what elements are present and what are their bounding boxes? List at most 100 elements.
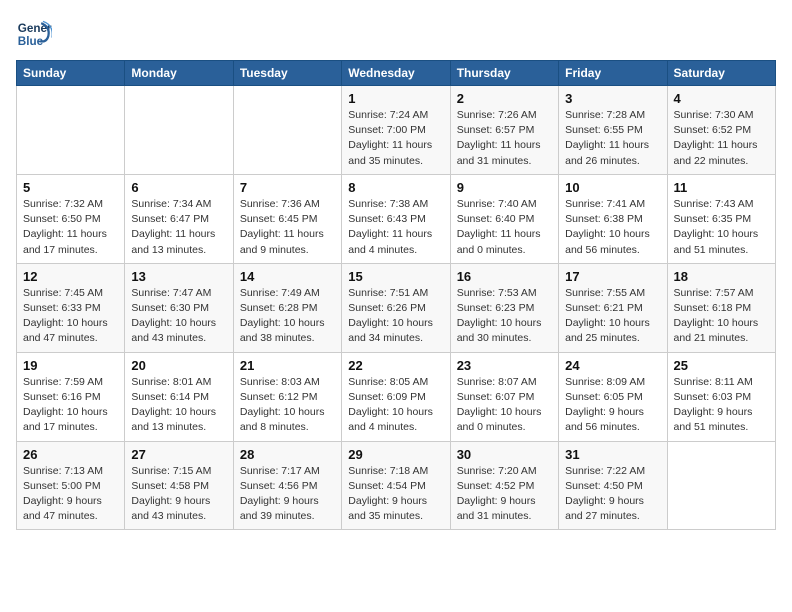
day-number: 10 bbox=[565, 180, 660, 195]
calendar-cell: 17 Sunrise: 7:55 AM Sunset: 6:21 PM Dayli… bbox=[559, 263, 667, 352]
calendar-table: SundayMondayTuesdayWednesdayThursdayFrid… bbox=[16, 60, 776, 530]
day-detail: Sunrise: 7:38 AM Sunset: 6:43 PM Dayligh… bbox=[348, 197, 443, 258]
calendar-cell: 31 Sunrise: 7:22 AM Sunset: 4:50 PM Dayli… bbox=[559, 441, 667, 530]
day-number: 29 bbox=[348, 447, 443, 462]
day-detail: Sunrise: 8:05 AM Sunset: 6:09 PM Dayligh… bbox=[348, 375, 443, 436]
calendar-cell bbox=[17, 86, 125, 175]
day-number: 31 bbox=[565, 447, 660, 462]
day-detail: Sunrise: 7:13 AM Sunset: 5:00 PM Dayligh… bbox=[23, 464, 118, 525]
day-number: 15 bbox=[348, 269, 443, 284]
day-number: 24 bbox=[565, 358, 660, 373]
day-detail: Sunrise: 8:07 AM Sunset: 6:07 PM Dayligh… bbox=[457, 375, 552, 436]
calendar-week-1: 1Sunrise: 7:24 AM Sunset: 7:00 PM Daylig… bbox=[17, 86, 776, 175]
day-number: 6 bbox=[131, 180, 226, 195]
day-detail: Sunrise: 7:41 AM Sunset: 6:38 PM Dayligh… bbox=[565, 197, 660, 258]
calendar-cell: 8 Sunrise: 7:38 AM Sunset: 6:43 PM Daylig… bbox=[342, 174, 450, 263]
day-number: 4 bbox=[674, 91, 769, 106]
day-detail: Sunrise: 8:03 AM Sunset: 6:12 PM Dayligh… bbox=[240, 375, 335, 436]
logo-icon: General Blue bbox=[16, 16, 52, 52]
day-detail: Sunrise: 7:45 AM Sunset: 6:33 PM Dayligh… bbox=[23, 286, 118, 347]
header-friday: Friday bbox=[559, 61, 667, 86]
calendar-cell: 16 Sunrise: 7:53 AM Sunset: 6:23 PM Dayli… bbox=[450, 263, 558, 352]
calendar-cell: 22 Sunrise: 8:05 AM Sunset: 6:09 PM Dayli… bbox=[342, 352, 450, 441]
calendar-cell: 11 Sunrise: 7:43 AM Sunset: 6:35 PM Dayli… bbox=[667, 174, 775, 263]
day-detail: Sunrise: 7:17 AM Sunset: 4:56 PM Dayligh… bbox=[240, 464, 335, 525]
calendar-week-3: 12 Sunrise: 7:45 AM Sunset: 6:33 PM Dayli… bbox=[17, 263, 776, 352]
calendar-cell: 24 Sunrise: 8:09 AM Sunset: 6:05 PM Dayli… bbox=[559, 352, 667, 441]
day-number: 11 bbox=[674, 180, 769, 195]
day-detail: Sunrise: 7:59 AM Sunset: 6:16 PM Dayligh… bbox=[23, 375, 118, 436]
day-number: 7 bbox=[240, 180, 335, 195]
calendar-cell: 10 Sunrise: 7:41 AM Sunset: 6:38 PM Dayli… bbox=[559, 174, 667, 263]
day-detail: Sunrise: 7:51 AM Sunset: 6:26 PM Dayligh… bbox=[348, 286, 443, 347]
day-number: 12 bbox=[23, 269, 118, 284]
day-detail: Sunrise: 7:18 AM Sunset: 4:54 PM Dayligh… bbox=[348, 464, 443, 525]
day-detail: Sunrise: 7:30 AM Sunset: 6:52 PM Dayligh… bbox=[674, 108, 769, 169]
header-tuesday: Tuesday bbox=[233, 61, 341, 86]
day-detail: Sunrise: 7:47 AM Sunset: 6:30 PM Dayligh… bbox=[131, 286, 226, 347]
day-number: 8 bbox=[348, 180, 443, 195]
calendar-cell: 20Sunrise: 8:01 AM Sunset: 6:14 PM Dayli… bbox=[125, 352, 233, 441]
day-detail: Sunrise: 7:22 AM Sunset: 4:50 PM Dayligh… bbox=[565, 464, 660, 525]
day-detail: Sunrise: 7:34 AM Sunset: 6:47 PM Dayligh… bbox=[131, 197, 226, 258]
calendar-cell: 30 Sunrise: 7:20 AM Sunset: 4:52 PM Dayli… bbox=[450, 441, 558, 530]
calendar-cell: 12 Sunrise: 7:45 AM Sunset: 6:33 PM Dayli… bbox=[17, 263, 125, 352]
header-monday: Monday bbox=[125, 61, 233, 86]
day-number: 19 bbox=[23, 358, 118, 373]
header-saturday: Saturday bbox=[667, 61, 775, 86]
calendar-cell: 27 Sunrise: 7:15 AM Sunset: 4:58 PM Dayli… bbox=[125, 441, 233, 530]
calendar-cell: 7Sunrise: 7:36 AM Sunset: 6:45 PM Daylig… bbox=[233, 174, 341, 263]
day-detail: Sunrise: 8:11 AM Sunset: 6:03 PM Dayligh… bbox=[674, 375, 769, 436]
day-number: 20 bbox=[131, 358, 226, 373]
header-wednesday: Wednesday bbox=[342, 61, 450, 86]
day-number: 21 bbox=[240, 358, 335, 373]
day-detail: Sunrise: 7:57 AM Sunset: 6:18 PM Dayligh… bbox=[674, 286, 769, 347]
calendar-cell: 14 Sunrise: 7:49 AM Sunset: 6:28 PM Dayli… bbox=[233, 263, 341, 352]
day-number: 2 bbox=[457, 91, 552, 106]
day-number: 14 bbox=[240, 269, 335, 284]
calendar-cell: 5 Sunrise: 7:32 AM Sunset: 6:50 PM Daylig… bbox=[17, 174, 125, 263]
calendar-cell: 25Sunrise: 8:11 AM Sunset: 6:03 PM Dayli… bbox=[667, 352, 775, 441]
calendar-cell: 13 Sunrise: 7:47 AM Sunset: 6:30 PM Dayli… bbox=[125, 263, 233, 352]
calendar-week-4: 19 Sunrise: 7:59 AM Sunset: 6:16 PM Dayli… bbox=[17, 352, 776, 441]
calendar-cell: 23Sunrise: 8:07 AM Sunset: 6:07 PM Dayli… bbox=[450, 352, 558, 441]
day-number: 13 bbox=[131, 269, 226, 284]
calendar-cell: 6 Sunrise: 7:34 AM Sunset: 6:47 PM Daylig… bbox=[125, 174, 233, 263]
calendar-week-2: 5 Sunrise: 7:32 AM Sunset: 6:50 PM Daylig… bbox=[17, 174, 776, 263]
day-number: 28 bbox=[240, 447, 335, 462]
calendar-cell: 18Sunrise: 7:57 AM Sunset: 6:18 PM Dayli… bbox=[667, 263, 775, 352]
day-number: 9 bbox=[457, 180, 552, 195]
day-detail: Sunrise: 7:32 AM Sunset: 6:50 PM Dayligh… bbox=[23, 197, 118, 258]
day-number: 16 bbox=[457, 269, 552, 284]
day-detail: Sunrise: 7:49 AM Sunset: 6:28 PM Dayligh… bbox=[240, 286, 335, 347]
day-number: 30 bbox=[457, 447, 552, 462]
calendar-cell: 19 Sunrise: 7:59 AM Sunset: 6:16 PM Dayli… bbox=[17, 352, 125, 441]
calendar-cell: 21 Sunrise: 8:03 AM Sunset: 6:12 PM Dayli… bbox=[233, 352, 341, 441]
day-detail: Sunrise: 7:55 AM Sunset: 6:21 PM Dayligh… bbox=[565, 286, 660, 347]
day-detail: Sunrise: 7:15 AM Sunset: 4:58 PM Dayligh… bbox=[131, 464, 226, 525]
calendar-cell: 28 Sunrise: 7:17 AM Sunset: 4:56 PM Dayli… bbox=[233, 441, 341, 530]
day-number: 26 bbox=[23, 447, 118, 462]
day-detail: Sunrise: 7:53 AM Sunset: 6:23 PM Dayligh… bbox=[457, 286, 552, 347]
calendar-cell bbox=[125, 86, 233, 175]
calendar-cell: 1Sunrise: 7:24 AM Sunset: 7:00 PM Daylig… bbox=[342, 86, 450, 175]
calendar-cell bbox=[667, 441, 775, 530]
header-sunday: Sunday bbox=[17, 61, 125, 86]
day-number: 17 bbox=[565, 269, 660, 284]
day-number: 5 bbox=[23, 180, 118, 195]
day-detail: Sunrise: 7:43 AM Sunset: 6:35 PM Dayligh… bbox=[674, 197, 769, 258]
day-number: 27 bbox=[131, 447, 226, 462]
calendar-header-row: SundayMondayTuesdayWednesdayThursdayFrid… bbox=[17, 61, 776, 86]
calendar-cell: 4 Sunrise: 7:30 AM Sunset: 6:52 PM Daylig… bbox=[667, 86, 775, 175]
day-number: 22 bbox=[348, 358, 443, 373]
calendar-cell: 29 Sunrise: 7:18 AM Sunset: 4:54 PM Dayli… bbox=[342, 441, 450, 530]
header-thursday: Thursday bbox=[450, 61, 558, 86]
day-detail: Sunrise: 7:26 AM Sunset: 6:57 PM Dayligh… bbox=[457, 108, 552, 169]
logo: General Blue bbox=[16, 16, 52, 52]
day-number: 3 bbox=[565, 91, 660, 106]
calendar-cell: 3Sunrise: 7:28 AM Sunset: 6:55 PM Daylig… bbox=[559, 86, 667, 175]
day-detail: Sunrise: 7:20 AM Sunset: 4:52 PM Dayligh… bbox=[457, 464, 552, 525]
day-detail: Sunrise: 8:09 AM Sunset: 6:05 PM Dayligh… bbox=[565, 375, 660, 436]
calendar-cell: 2 Sunrise: 7:26 AM Sunset: 6:57 PM Daylig… bbox=[450, 86, 558, 175]
calendar-cell bbox=[233, 86, 341, 175]
